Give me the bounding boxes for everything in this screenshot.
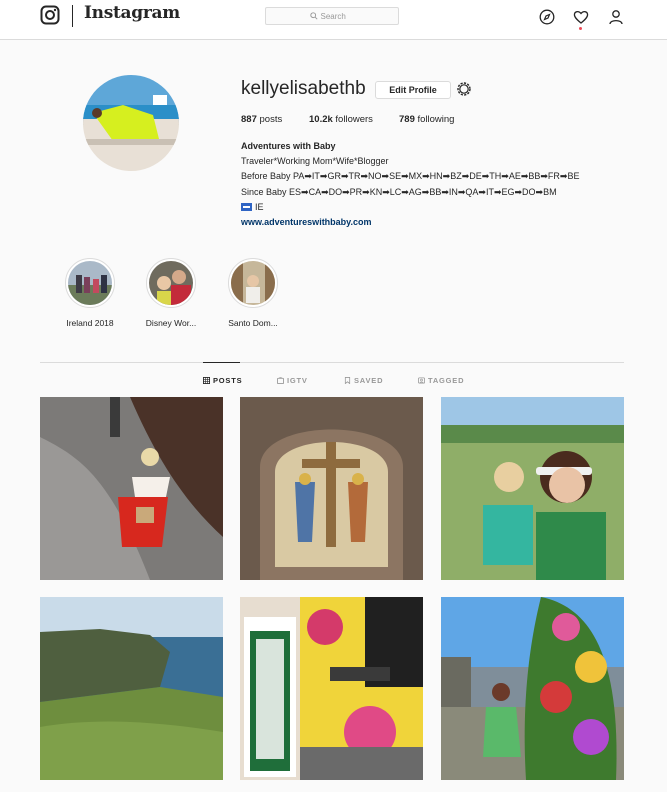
post-thumbnail[interactable]	[40, 397, 223, 580]
search-icon	[309, 12, 318, 20]
gear-icon[interactable]	[456, 81, 472, 97]
highlight-ring	[228, 258, 278, 308]
website-link[interactable]: www.adventureswithbaby.com	[241, 215, 651, 230]
compass-icon[interactable]	[539, 9, 555, 25]
bookmark-icon	[344, 377, 351, 384]
tab-posts[interactable]: POSTS	[203, 376, 242, 385]
bio-line: IE	[241, 200, 651, 215]
following-count-label: following	[417, 114, 455, 125]
post-thumbnail[interactable]	[240, 397, 423, 580]
bio-line: Since Baby ES➡CA➡DO➡PR➡KN➡LC➡AG➡BB➡IN➡QA…	[241, 186, 557, 197]
tab-igtv[interactable]: IGTV	[277, 376, 308, 385]
nav-divider	[72, 5, 73, 27]
profile-bio: Adventures with Baby Traveler*Working Mo…	[241, 139, 651, 230]
following-count-value: 789	[399, 114, 415, 125]
highlight-ring	[65, 258, 115, 308]
search-box[interactable]	[265, 7, 399, 25]
edit-profile-button[interactable]: Edit Profile	[375, 81, 451, 99]
followers-count-label: followers	[335, 114, 373, 125]
followers-count[interactable]: 10.2k followers	[309, 114, 373, 125]
highlight-item[interactable]: Ireland 2018	[55, 258, 125, 328]
highlight-label: Ireland 2018	[66, 318, 114, 328]
following-count[interactable]: 789 following	[399, 114, 454, 125]
post-thumbnail[interactable]	[40, 597, 223, 780]
bio-line: Before Baby PA➡IT➡GR➡TR➡NO➡SE➡MX➡HN➡BZ➡D…	[241, 171, 580, 182]
tabs-divider	[40, 362, 624, 363]
top-nav: Instagram	[0, 0, 667, 40]
grid-icon	[203, 377, 210, 384]
posts-count-label: posts	[259, 114, 283, 125]
flag-icon	[241, 202, 252, 211]
followers-count-value: 10.2k	[309, 114, 333, 125]
active-tab-indicator	[203, 362, 240, 363]
posts-count: 887 posts	[241, 114, 282, 125]
instagram-wordmark[interactable]: Instagram	[84, 3, 180, 23]
profile-avatar[interactable]	[83, 75, 179, 171]
highlight-ring	[146, 258, 196, 308]
tab-label: IGTV	[287, 376, 308, 385]
highlight-image	[149, 261, 193, 305]
tab-label: TAGGED	[428, 376, 465, 385]
highlight-image	[231, 261, 275, 305]
tab-label: POSTS	[213, 376, 243, 385]
profile-username: kellyelisabethb	[241, 78, 366, 99]
notification-dot	[579, 27, 582, 30]
highlight-item[interactable]: Disney Wor...	[136, 258, 206, 328]
instagram-logo-icon[interactable]	[40, 5, 60, 25]
highlight-label: Disney Wor...	[145, 318, 197, 328]
person-icon[interactable]	[608, 9, 624, 25]
bio-line: Traveler*Working Mom*Wife*Blogger	[241, 156, 389, 167]
highlight-label: Santo Dom...	[228, 318, 278, 328]
search-input[interactable]	[320, 11, 355, 21]
heart-icon[interactable]	[573, 9, 589, 25]
tv-icon	[277, 377, 284, 384]
posts-count-value: 887	[241, 114, 257, 125]
tab-label: SAVED	[354, 376, 384, 385]
tab-saved[interactable]: SAVED	[344, 376, 383, 385]
post-thumbnail[interactable]	[441, 597, 624, 780]
post-thumbnail[interactable]	[240, 597, 423, 780]
highlight-item[interactable]: Santo Dom...	[218, 258, 288, 328]
highlight-image	[68, 261, 112, 305]
bio-line-text: IE	[255, 201, 264, 212]
bio-name: Adventures with Baby	[241, 141, 336, 151]
tab-tagged[interactable]: TAGGED	[418, 376, 464, 385]
post-thumbnail[interactable]	[441, 397, 624, 580]
tag-icon	[418, 377, 425, 384]
